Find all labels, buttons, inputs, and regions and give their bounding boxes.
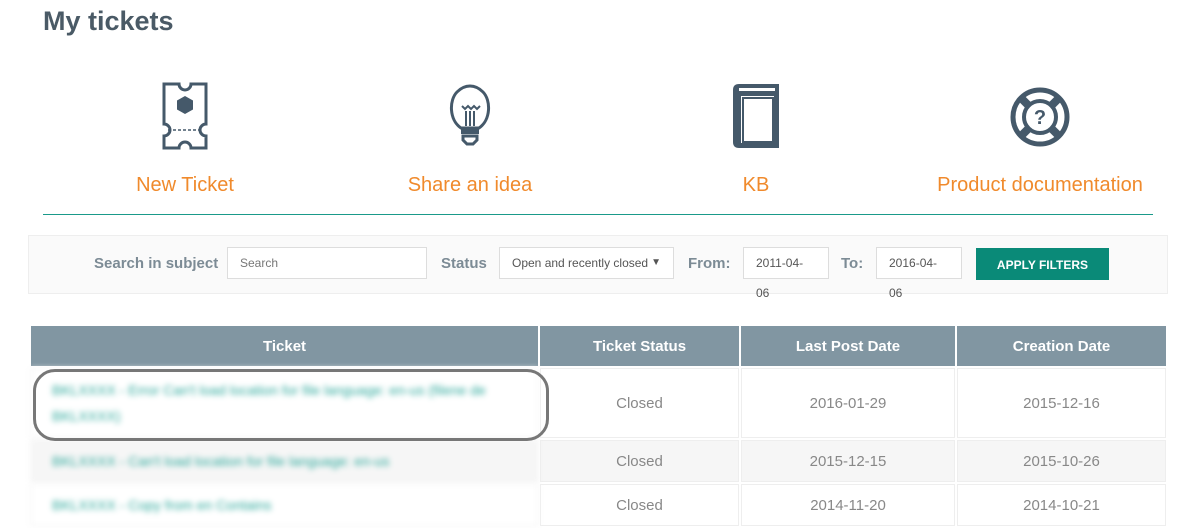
ticket-link[interactable]: BKLXXXX - Copy from en Contains: [31, 484, 538, 526]
book-icon: [733, 84, 779, 148]
new-ticket-link[interactable]: New Ticket: [50, 80, 320, 197]
tickets-table: Ticket Ticket Status Last Post Date Crea…: [29, 324, 1168, 528]
status-value: Open and recently closed: [512, 256, 649, 270]
ticket-status: Closed: [540, 484, 739, 526]
ticket-link[interactable]: BKLXXXX - Error Can't load location for …: [31, 368, 538, 438]
from-label: From:: [688, 255, 731, 272]
product-documentation-label: Product documentation: [937, 174, 1143, 196]
to-label: To:: [841, 255, 864, 272]
status-select[interactable]: Open and recently closed ▼: [499, 247, 674, 279]
header-creation-date[interactable]: Creation Date: [957, 326, 1166, 366]
product-documentation-link[interactable]: ? Product documentation: [905, 80, 1175, 197]
last-post-date: 2016-01-29: [741, 368, 955, 438]
search-label: Search in subject: [94, 255, 219, 272]
last-post-date: 2015-12-15: [741, 440, 955, 482]
table-row: BKLXXXX - Error Can't load location for …: [31, 368, 1166, 438]
header-last-post-date[interactable]: Last Post Date: [741, 326, 955, 366]
ticket-status: Closed: [540, 368, 739, 438]
last-post-date: 2014-11-20: [741, 484, 955, 526]
creation-date: 2014-10-21: [957, 484, 1166, 526]
kb-label: KB: [742, 174, 770, 196]
svg-text:?: ?: [1034, 107, 1046, 129]
ticket-status: Closed: [540, 440, 739, 482]
to-date-input[interactable]: 2016-04-06: [876, 247, 962, 300]
page-title: My tickets: [43, 6, 174, 36]
ticket-link[interactable]: BKLXXXX - Can't load location for file l…: [31, 440, 538, 482]
status-label: Status: [441, 255, 487, 272]
table-row: BKLXXXX - Copy from en Contains Closed 2…: [31, 484, 1166, 526]
apply-filters-button[interactable]: APPLY FILTERS: [976, 248, 1109, 280]
search-input[interactable]: [227, 247, 427, 279]
share-idea-label: Share an idea: [407, 174, 533, 196]
creation-date: 2015-10-26: [957, 440, 1166, 482]
filter-bar: Search in subject Status Open and recent…: [28, 235, 1168, 300]
new-ticket-label: New Ticket: [136, 174, 234, 196]
from-date-input[interactable]: 2011-04-06: [743, 247, 829, 300]
header-ticket-status[interactable]: Ticket Status: [540, 326, 739, 366]
share-idea-link[interactable]: Share an idea: [335, 80, 605, 197]
header-ticket[interactable]: Ticket: [31, 326, 538, 366]
lightbulb-icon: [450, 84, 490, 146]
creation-date: 2015-12-16: [957, 368, 1166, 438]
quick-links: New Ticket Share an idea KB ? Product do…: [43, 80, 1153, 215]
lifebuoy-icon: ?: [1010, 87, 1070, 147]
ticket-icon: [162, 82, 208, 150]
kb-link[interactable]: KB: [621, 80, 891, 197]
chevron-down-icon: ▼: [651, 257, 661, 268]
table-row: BKLXXXX - Can't load location for file l…: [31, 440, 1166, 482]
